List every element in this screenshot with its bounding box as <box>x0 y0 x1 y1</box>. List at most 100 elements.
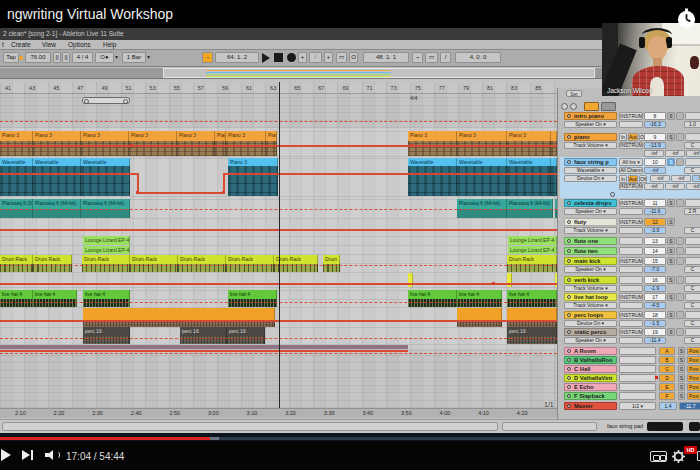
clip-body-live-hat[interactable] <box>33 299 77 307</box>
solo-button[interactable]: S <box>667 247 675 255</box>
clip-drum-rack[interactable]: Drum Rack <box>226 255 274 264</box>
clip-body-live-hat[interactable] <box>0 299 33 307</box>
clip-body-wavetable[interactable] <box>33 166 81 196</box>
progress-bar[interactable] <box>0 433 700 441</box>
track-header-fluty[interactable]: fluty <box>564 218 617 226</box>
meter-value[interactable]: -inf <box>644 150 664 157</box>
return-post[interactable]: Post <box>687 392 700 400</box>
track-activator[interactable] <box>567 259 571 263</box>
clip-body-piano[interactable] <box>226 141 266 156</box>
track-activator-speaker[interactable] <box>676 257 684 265</box>
return-blank[interactable] <box>619 356 656 364</box>
track-activator[interactable] <box>567 404 571 408</box>
transport-control-13[interactable]: + <box>324 52 333 63</box>
meter-value[interactable]: -inf <box>686 183 700 190</box>
clip-body-pianoteq[interactable] <box>81 209 130 218</box>
routing-chooser[interactable]: Device On ▾ <box>564 320 617 327</box>
blank-box[interactable] <box>619 121 643 128</box>
clip-perc-loops-strip[interactable] <box>457 308 502 320</box>
extra-display[interactable] <box>685 247 700 255</box>
send-display[interactable]: 13 <box>644 237 666 245</box>
meter-value[interactable]: -inf <box>671 175 691 182</box>
clip-wavetable[interactable]: Wavetable <box>507 158 551 166</box>
volume-display[interactable]: -3.9 <box>644 227 666 234</box>
track-header-verb-kick[interactable]: verb kick <box>564 276 617 284</box>
clip-piano[interactable]: Piano 3 <box>266 131 277 141</box>
device-chooser-empty[interactable] <box>619 237 643 245</box>
monitor-in[interactable]: In <box>619 133 627 141</box>
clip-drum-rack[interactable]: Drum <box>323 255 340 264</box>
return-send[interactable]: C <box>659 365 675 373</box>
monitor-off[interactable]: Off <box>639 175 647 183</box>
meter-value[interactable]: -inf <box>650 175 670 182</box>
pan-display[interactable]: 1.0 <box>684 121 700 128</box>
pan-display[interactable]: C <box>684 167 700 174</box>
volume-button[interactable] <box>45 450 59 460</box>
track-activator[interactable] <box>567 367 571 371</box>
solo-button[interactable]: S <box>667 133 675 141</box>
transport-control-19[interactable]: / <box>440 52 451 63</box>
sidebar-circle-button-1[interactable] <box>561 103 568 110</box>
clip-pianoteq[interactable]: Pianoteq 6 (64-bit) <box>457 199 507 209</box>
solo-button[interactable]: S <box>667 199 675 207</box>
meter-value[interactable]: -5.3 <box>692 175 700 182</box>
track-header-perc-loops[interactable]: perc loops <box>564 311 617 319</box>
pan-display[interactable]: C <box>684 266 700 273</box>
clip-body-wavetable[interactable] <box>81 166 130 196</box>
track-header-master[interactable]: Master <box>564 402 617 410</box>
track-activator[interactable] <box>567 313 571 317</box>
track-activator-speaker[interactable] <box>676 133 684 141</box>
clip-wavetable[interactable]: Wavetable <box>457 158 507 166</box>
clock-timer-icon[interactable] <box>676 8 697 29</box>
solo-button[interactable]: S <box>667 112 675 120</box>
send-display[interactable]: 8 <box>644 112 666 120</box>
clip-drum-rack[interactable]: Drum Rack <box>274 255 318 264</box>
extra-display[interactable] <box>685 257 700 265</box>
track-header-piano[interactable]: piano <box>564 133 617 141</box>
clip-live-hat[interactable]: live hat 4 <box>408 290 457 299</box>
automation-node[interactable] <box>492 282 495 285</box>
clip-perc-16[interactable]: perc 16 <box>507 327 557 336</box>
routing-chooser-3[interactable]: Device On ▾ <box>564 175 617 182</box>
track-activator-speaker[interactable] <box>676 158 684 166</box>
track-activator[interactable] <box>567 330 571 334</box>
track-header-D-ValhallaVint[interactable]: D ValhallaVint <box>564 374 617 382</box>
sidebar-circle-button-2[interactable] <box>570 103 577 110</box>
clip-body-wavetable[interactable] <box>228 166 278 196</box>
automation-node[interactable] <box>410 144 413 147</box>
clip-lounge-lizard-2[interactable]: Lounge Lizard EP-4 <box>508 246 557 254</box>
volume-display[interactable]: -inf <box>644 167 666 174</box>
track-activator[interactable] <box>567 160 571 164</box>
clip-live-hat[interactable]: live hat 4 <box>0 290 33 299</box>
track-activator[interactable] <box>567 135 571 139</box>
transport-control-5[interactable]: O● <box>95 52 114 63</box>
play-transport-button[interactable] <box>262 53 270 63</box>
blank-box[interactable] <box>619 320 643 327</box>
send-display[interactable]: 16 <box>644 276 666 284</box>
clip-pianoteq[interactable]: Pianoteq 6 (64-bit) <box>33 199 81 209</box>
menu-item-options[interactable]: Options <box>68 41 90 48</box>
extra-display[interactable] <box>685 112 700 120</box>
send-display[interactable]: 12 <box>644 218 666 226</box>
menu-item-help[interactable]: Help <box>103 41 116 48</box>
send-display[interactable]: 17 <box>644 293 666 301</box>
transport-control-18[interactable]: ▭ <box>425 52 438 63</box>
return-solo[interactable]: S <box>678 365 685 373</box>
solo-button[interactable]: S <box>667 311 675 319</box>
extra-display[interactable] <box>685 276 700 284</box>
blank-box[interactable] <box>619 337 643 344</box>
overview-viewport[interactable] <box>163 68 595 78</box>
track-header-static-percs[interactable]: static percs <box>564 328 617 336</box>
clip-body-wavetable[interactable] <box>507 166 551 196</box>
blank-box[interactable] <box>619 302 643 309</box>
routing-chooser[interactable]: Wavetable ▾ <box>564 167 617 174</box>
track-activator-speaker[interactable] <box>676 276 684 284</box>
transport-control-4[interactable]: 4 / 4 <box>72 52 93 63</box>
routing-chooser[interactable]: Speaker On ▾ <box>564 208 617 215</box>
volume-display[interactable]: -16.3 <box>644 121 666 128</box>
menu-item-t[interactable]: t <box>2 41 4 48</box>
transport-control-20[interactable]: 4. 0. 0 <box>455 52 501 63</box>
volume-display[interactable]: -1.5 <box>644 320 666 327</box>
clip-live-hat[interactable]: live hat 4 <box>228 290 277 299</box>
clip-piano[interactable]: Piano 3 <box>81 131 129 141</box>
